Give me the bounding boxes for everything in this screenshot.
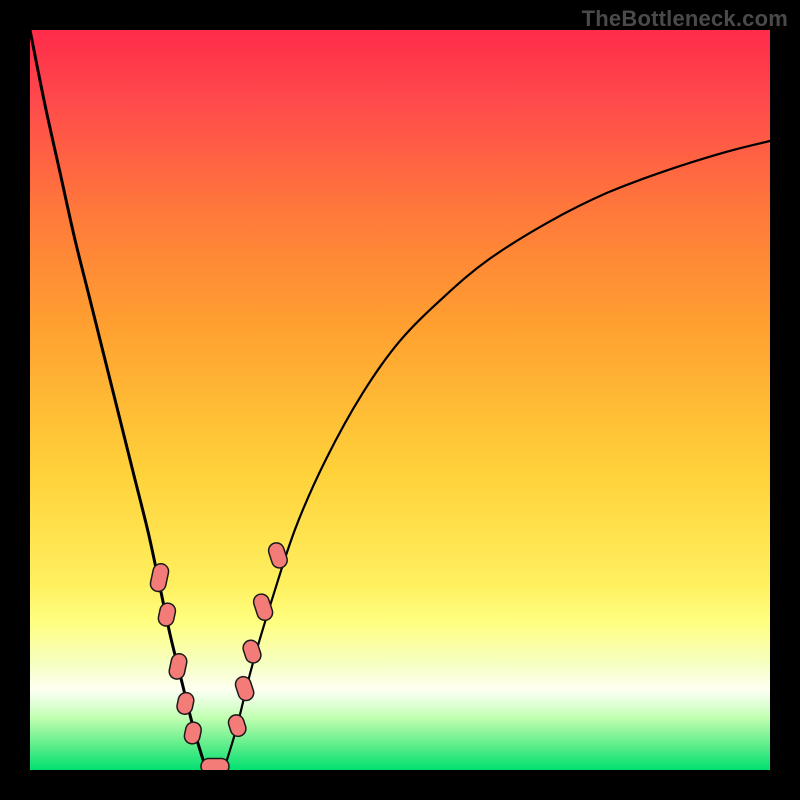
plot-area [30, 30, 770, 770]
marker-9 [261, 602, 264, 613]
curve-right [226, 141, 770, 763]
curve-left [30, 30, 204, 763]
curve-path-left-branch [30, 30, 204, 763]
chart-frame: TheBottleneck.com [0, 0, 800, 800]
curve-layer [30, 30, 770, 770]
marker-10 [276, 551, 279, 561]
marker-3 [185, 700, 186, 706]
marker-6 [236, 723, 238, 729]
watermark-text: TheBottleneck.com [582, 6, 788, 32]
marker-0 [158, 571, 161, 583]
marker-1 [166, 611, 168, 618]
marker-layer [158, 551, 279, 767]
marker-4 [192, 730, 193, 736]
curve-path-right-branch [226, 141, 770, 763]
marker-2 [177, 661, 179, 671]
marker-8 [251, 648, 253, 655]
marker-7 [243, 684, 246, 692]
